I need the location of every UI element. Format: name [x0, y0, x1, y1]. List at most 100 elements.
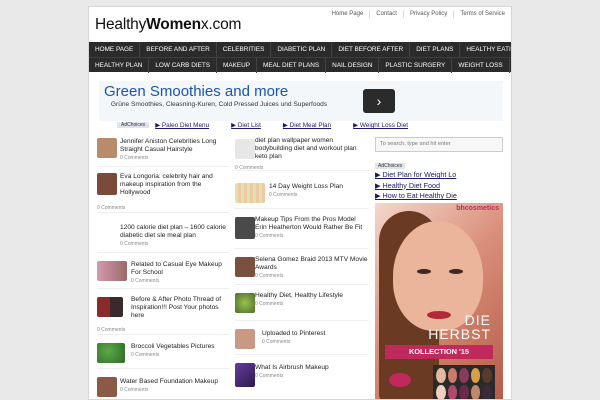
post-title[interactable]: Healthy Diet, Healthy Lifestyle [255, 292, 369, 300]
post-comments[interactable]: 0 Comments [255, 233, 369, 239]
post-title[interactable]: 1200 calorie diet plan – 1600 calorie di… [120, 224, 229, 240]
ad-link-bar: AdChoices ▶ Paleo Diet Menu ▶ Diet List … [117, 121, 430, 129]
toplink-terms[interactable]: Terms of Service [453, 10, 511, 18]
post-comments[interactable]: 0 Comments [97, 327, 125, 333]
post-thumbnail[interactable] [235, 329, 255, 349]
ad-title[interactable]: Green Smoothies and more [104, 83, 288, 100]
post-comments[interactable]: 0 Comments [269, 192, 369, 198]
post-title[interactable]: Before & After Photo Thread of Inspirati… [131, 296, 229, 320]
nav-item[interactable]: DIABETIC PLAN [271, 42, 333, 57]
post-thumbnail[interactable] [97, 377, 117, 397]
adchoices-badge[interactable]: AdChoices [375, 163, 406, 169]
post-title[interactable]: Related to Casual Eye Makeup For School [131, 261, 229, 277]
list-item[interactable]: Water Based Foundation Makeup 0 Comments [97, 375, 229, 399]
post-comments[interactable]: 0 Comments [262, 339, 369, 345]
post-comments[interactable]: 0 Comments [131, 278, 229, 284]
list-item[interactable]: diet plan wallpaper women bodybuilding d… [235, 137, 369, 171]
logo-text-b: Women [146, 16, 201, 33]
post-thumbnail[interactable] [97, 343, 125, 363]
post-comments[interactable]: 0 Comments [255, 373, 369, 379]
post-title[interactable]: Broccoli Vegetables Pictures [131, 343, 229, 351]
ad-subtitle: Grüne Smoothies, Cleasning-Kuren, Cold P… [110, 101, 328, 108]
nav-item[interactable]: WEIGHT LOSS [452, 57, 510, 73]
list-item[interactable]: Before & After Photo Thread of Inspirati… [97, 295, 229, 335]
ad-link[interactable]: ▶ Diet Meal Plan [283, 121, 331, 129]
nav-row-2: HEALTHY PLAN LOW CARB DIETS MAKEUP MEAL … [89, 57, 511, 73]
post-title[interactable]: Selena Gomez Braid 2013 MTV Movie Awards [255, 256, 369, 272]
cosmetics-ad-banner[interactable]: bhcosmetics DIE HERBST KOLLECTION '15 [375, 203, 503, 399]
post-title[interactable]: Jennifer Aniston Celebrities Long Straig… [120, 138, 229, 154]
search-input[interactable]: To search, type and hit enter [375, 137, 503, 152]
post-comments[interactable]: 0 Comments [120, 387, 229, 393]
post-thumbnail[interactable] [235, 139, 255, 159]
nav-item[interactable]: DIET BEFORE AFTER [332, 42, 411, 57]
top-ad-banner[interactable]: Green Smoothies and more Grüne Smoothies… [99, 81, 503, 121]
mid-post-list: diet plan wallpaper women bodybuilding d… [235, 137, 369, 391]
post-thumbnail[interactable] [235, 293, 255, 313]
ad-link[interactable]: ▶ Diet List [231, 121, 261, 129]
list-item[interactable]: Related to Casual Eye Makeup For School … [97, 259, 229, 289]
post-comments[interactable]: 0 Comments [255, 273, 369, 279]
post-title[interactable]: Uploaded to Pinterest [262, 330, 369, 338]
nav-row-1: HOME PAGE BEFORE AND AFTER CELEBRITIES D… [89, 42, 511, 57]
nav-item[interactable]: HEALTHY PLAN [89, 57, 150, 73]
logo-text-c: x.com [200, 16, 242, 33]
post-title[interactable]: What Is Airbrush Makeup [255, 364, 369, 372]
nav-item[interactable]: HOME PAGE [89, 42, 141, 57]
post-comments[interactable]: 0 Comments [97, 205, 125, 211]
post-thumbnail[interactable] [97, 173, 117, 195]
nav-item[interactable]: DIET PLANS [410, 42, 461, 57]
ad-link[interactable]: ▶ Paleo Diet Menu [155, 121, 209, 129]
post-comments[interactable]: 0 Comments [255, 301, 369, 307]
eyeshadow-palette-icon [433, 365, 495, 399]
post-thumbnail[interactable] [97, 138, 117, 158]
ad-arrow-button[interactable]: › [363, 89, 395, 113]
post-thumbnail[interactable] [235, 217, 255, 239]
site-logo[interactable]: HealthyWomenx.com [95, 16, 241, 34]
toplink-privacy[interactable]: Privacy Policy [402, 10, 453, 18]
post-thumbnail[interactable] [235, 363, 255, 387]
list-item[interactable]: Makeup Tips From the Pros Model Erin Hea… [235, 215, 369, 249]
nav-item[interactable]: MEAL DIET PLANS [257, 57, 327, 73]
post-thumbnail[interactable] [235, 257, 255, 277]
post-thumbnail[interactable] [97, 297, 123, 317]
nav-item[interactable]: HEALTHY EATING [460, 42, 511, 57]
post-title[interactable]: diet plan wallpaper women bodybuilding d… [255, 137, 369, 161]
post-title[interactable]: Water Based Foundation Makeup [120, 378, 229, 386]
ad-headline-line1: DIE [464, 312, 491, 328]
list-item[interactable]: Broccoli Vegetables Pictures 0 Comments [97, 341, 229, 369]
list-item[interactable]: Selena Gomez Braid 2013 MTV Movie Awards… [235, 255, 369, 285]
sidebar-ad-link[interactable]: ▶ Healthy Diet Food [375, 181, 503, 192]
nav-item[interactable]: CELEBRITIES [217, 42, 272, 57]
sidebar-ad-link[interactable]: ▶ How to Eat Healthy Die [375, 191, 503, 202]
list-item[interactable]: Healthy Diet, Healthy Lifestyle 0 Commen… [235, 291, 369, 321]
ad-link[interactable]: ▶ Weight Loss Diet [353, 121, 408, 129]
list-item[interactable]: Uploaded to Pinterest 0 Comments [235, 327, 369, 355]
nav-item[interactable]: PLASTIC SURGERY [379, 57, 453, 73]
list-item[interactable]: 1200 calorie diet plan – 1600 calorie di… [97, 219, 229, 253]
nav-item[interactable]: NAIL DESIGN [326, 57, 380, 73]
adchoices-badge[interactable]: AdChoices [117, 122, 150, 128]
post-thumbnail[interactable] [97, 261, 127, 281]
page: HealthyWomenx.com Home Page Contact Priv… [88, 6, 512, 400]
nav-item[interactable]: BEFORE AND AFTER [140, 42, 217, 57]
post-thumbnail[interactable] [235, 183, 265, 203]
post-comments[interactable]: 0 Comments [131, 352, 229, 358]
list-item[interactable]: Eva Longoria: celebrity hair and makeup … [97, 173, 229, 213]
post-comments[interactable]: 0 Comments [235, 165, 263, 171]
list-item[interactable]: Jennifer Aniston Celebrities Long Straig… [97, 137, 229, 167]
nav-item[interactable]: LOW CARB DIETS [149, 57, 218, 73]
nav-item[interactable]: MAKEUP [217, 57, 258, 73]
toplink-contact[interactable]: Contact [369, 10, 403, 18]
left-post-list: Jennifer Aniston Celebrities Long Straig… [97, 137, 229, 399]
post-comments[interactable]: 0 Comments [120, 241, 229, 247]
post-title[interactable]: Eva Longoria: celebrity hair and makeup … [120, 173, 229, 197]
post-comments[interactable]: 0 Comments [120, 155, 229, 161]
list-item[interactable]: What Is Airbrush Makeup 0 Comments [235, 361, 369, 391]
post-title[interactable]: 14 Day Weight Loss Plan [269, 183, 369, 191]
list-item[interactable]: 14 Day Weight Loss Plan 0 Comments [235, 177, 369, 209]
lipstick-kiss-icon [389, 373, 411, 387]
toplink-home[interactable]: Home Page [326, 10, 370, 18]
sidebar-ad-link[interactable]: ▶ Diet Plan for Weight Lo [375, 170, 503, 181]
post-title[interactable]: Makeup Tips From the Pros Model Erin Hea… [255, 216, 369, 232]
